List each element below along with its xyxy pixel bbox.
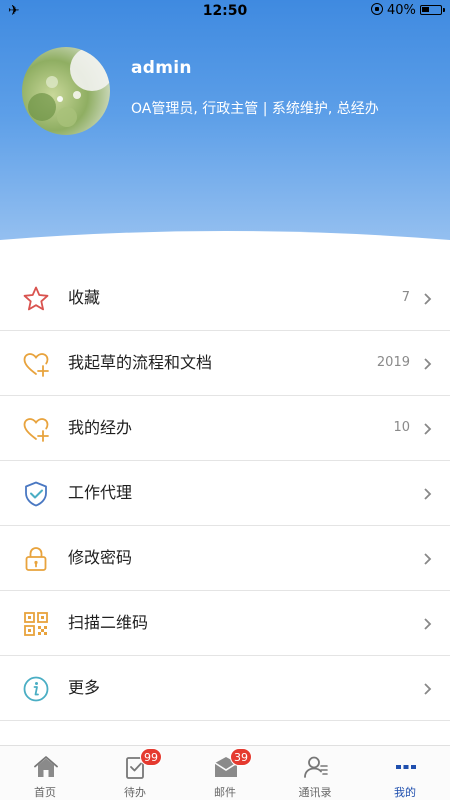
menu-list: 收藏 7 我起草的流程和文档 2019 我的经办 10 工作代理 修改密码 扫描…	[0, 266, 450, 721]
menu-item-scan-qrcode[interactable]: 扫描二维码	[0, 591, 450, 656]
menu-item-work-proxy[interactable]: 工作代理	[0, 461, 450, 526]
tab-mail[interactable]: 39 邮件	[180, 746, 270, 800]
heart-plus-icon	[23, 353, 49, 377]
menu-item-change-password[interactable]: 修改密码	[0, 526, 450, 591]
chevron-right-icon	[424, 358, 432, 370]
username: admin	[131, 58, 192, 78]
menu-item-my-drafts[interactable]: 我起草的流程和文档 2019	[0, 331, 450, 396]
menu-item-my-handled[interactable]: 我的经办 10	[0, 396, 450, 461]
avatar[interactable]	[22, 47, 110, 135]
battery-percent: 40%	[387, 3, 416, 18]
chevron-right-icon	[424, 488, 432, 500]
tab-mine[interactable]: 我的	[360, 746, 450, 800]
qrcode-icon	[24, 612, 48, 636]
todo-badge: 99	[140, 748, 162, 766]
profile-header: ✈ 12:50 40% admin OA管理员, 行政主管 | 系统维护, 总经…	[0, 0, 450, 258]
heart-plus-icon	[23, 418, 49, 442]
tab-todo[interactable]: 99 待办	[90, 746, 180, 800]
home-icon	[34, 756, 58, 777]
tab-label: 待办	[124, 786, 146, 799]
menu-item-label: 修改密码	[68, 548, 133, 567]
status-bar: ✈ 12:50 40%	[0, 0, 450, 24]
menu-item-label: 收藏	[68, 288, 101, 307]
avatar-image	[22, 47, 110, 135]
tab-contacts[interactable]: 通讯录	[270, 746, 360, 800]
orientation-lock-icon	[371, 3, 383, 15]
chevron-right-icon	[424, 553, 432, 565]
menu-item-count: 7	[401, 290, 410, 305]
chevron-right-icon	[424, 683, 432, 695]
more-dots-icon	[396, 765, 416, 769]
chevron-right-icon	[424, 423, 432, 435]
bottom-tab-bar: 首页 99 待办 39 邮件 通讯录 我的	[0, 745, 450, 800]
battery-icon	[420, 5, 445, 15]
tab-label: 邮件	[214, 786, 236, 799]
menu-item-label: 更多	[68, 678, 101, 697]
tab-label: 首页	[34, 786, 56, 799]
menu-item-more[interactable]: 更多	[0, 656, 450, 721]
chevron-right-icon	[424, 293, 432, 305]
menu-item-count: 2019	[376, 355, 410, 370]
tab-label: 通讯录	[298, 786, 332, 799]
tab-label: 我的	[394, 786, 416, 799]
menu-item-label: 扫描二维码	[68, 613, 149, 632]
shield-check-icon	[25, 481, 47, 507]
menu-item-label: 我的经办	[68, 418, 133, 437]
lock-icon	[25, 547, 47, 571]
chevron-right-icon	[424, 618, 432, 630]
tab-home[interactable]: 首页	[0, 746, 90, 800]
star-icon	[23, 286, 49, 311]
menu-item-favorites[interactable]: 收藏 7	[0, 266, 450, 331]
mail-badge: 39	[230, 748, 252, 766]
menu-item-label: 我起草的流程和文档	[68, 353, 213, 372]
info-icon	[23, 676, 49, 702]
menu-item-label: 工作代理	[68, 483, 133, 502]
user-roles: OA管理员, 行政主管 | 系统维护, 总经办	[131, 101, 379, 117]
menu-item-count: 10	[393, 420, 410, 435]
contacts-icon	[304, 756, 328, 778]
